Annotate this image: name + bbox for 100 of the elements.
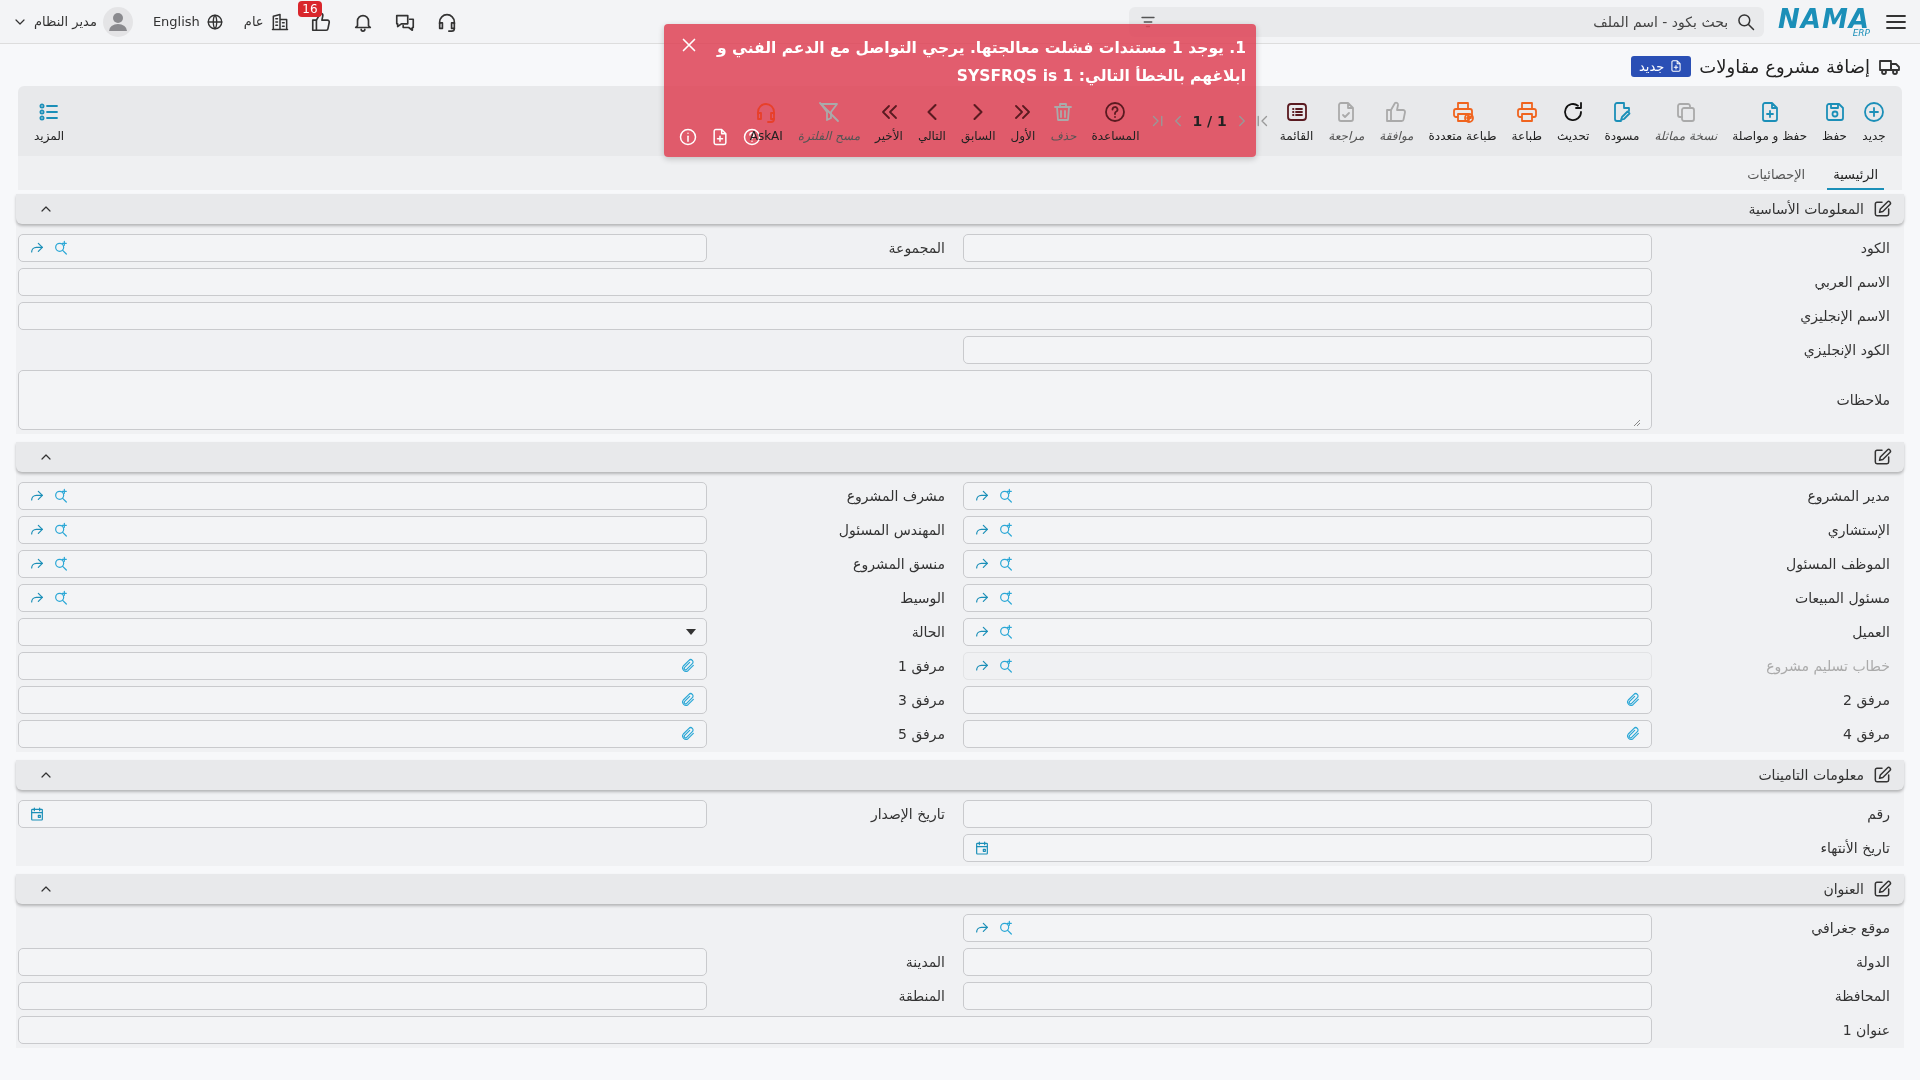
search-field[interactable]: بحث بكود - اسم الملف xyxy=(1129,6,1765,37)
search-plus-icon[interactable] xyxy=(53,590,69,606)
field-label: تاريخ الأنتهاء xyxy=(1819,840,1891,856)
lookup-field[interactable] xyxy=(963,652,1652,680)
text-field[interactable] xyxy=(18,1016,1652,1044)
search-plus-icon[interactable] xyxy=(998,488,1014,504)
toolbar-button[interactable]: طباعة متعددة xyxy=(1422,95,1503,147)
calendar-icon[interactable] xyxy=(29,806,45,822)
text-field[interactable] xyxy=(18,302,1652,330)
lookup-field[interactable] xyxy=(18,234,707,262)
lookup-field[interactable] xyxy=(963,584,1652,612)
lookup-field[interactable] xyxy=(18,482,707,510)
search-plus-icon[interactable] xyxy=(998,624,1014,640)
search-plus-icon[interactable] xyxy=(998,590,1014,606)
resize-grip-icon[interactable] xyxy=(1633,419,1641,427)
share-arrow-icon[interactable] xyxy=(974,658,990,674)
toolbar-button[interactable]: السابق xyxy=(954,95,1002,147)
text-field[interactable] xyxy=(963,948,1652,976)
share-arrow-icon[interactable] xyxy=(974,590,990,606)
share-arrow-icon[interactable] xyxy=(974,556,990,572)
field-label: رقم xyxy=(1866,806,1891,822)
section-title: معلومات التامينات xyxy=(1758,767,1864,783)
share-arrow-icon[interactable] xyxy=(29,240,45,256)
lookup-field[interactable] xyxy=(18,584,707,612)
share-arrow-icon[interactable] xyxy=(29,590,45,606)
share-arrow-icon[interactable] xyxy=(29,556,45,572)
user-menu[interactable]: مدير النظام xyxy=(12,6,133,37)
dropdown-caret-icon[interactable] xyxy=(686,629,696,635)
edit-icon[interactable] xyxy=(1872,879,1892,899)
section-header[interactable]: معلومات التامينات xyxy=(16,760,1904,790)
company-selector[interactable]: عام xyxy=(243,11,290,32)
text-field[interactable] xyxy=(18,948,707,976)
tab[interactable]: الإحصائيات xyxy=(1741,163,1812,190)
lookup-field[interactable] xyxy=(963,550,1652,578)
text-field[interactable] xyxy=(963,234,1652,262)
file-plus-icon[interactable] xyxy=(710,127,730,147)
share-arrow-icon[interactable] xyxy=(974,488,990,504)
share-arrow-icon[interactable] xyxy=(974,920,990,936)
select-field[interactable] xyxy=(18,618,707,646)
calendar-icon[interactable] xyxy=(974,840,990,856)
paperclip-icon[interactable] xyxy=(1625,692,1641,708)
search-plus-icon[interactable] xyxy=(53,556,69,572)
share-arrow-icon[interactable] xyxy=(974,522,990,538)
paperclip-icon[interactable] xyxy=(680,692,696,708)
share-arrow-icon[interactable] xyxy=(974,624,990,640)
search-plus-icon[interactable] xyxy=(998,522,1014,538)
attachment-field[interactable] xyxy=(963,720,1652,748)
toolbar-button[interactable]: الأخير xyxy=(869,95,909,147)
toolbar-button[interactable]: القائمة xyxy=(1273,95,1320,147)
attachment-field[interactable] xyxy=(18,686,707,714)
toolbar-button[interactable]: المساعدة xyxy=(1085,95,1146,147)
lookup-field[interactable] xyxy=(963,516,1652,544)
share-arrow-icon[interactable] xyxy=(29,488,45,504)
paperclip-icon[interactable] xyxy=(680,726,696,742)
text-field[interactable] xyxy=(18,268,1652,296)
edit-icon[interactable] xyxy=(1872,765,1892,785)
search-plus-icon[interactable] xyxy=(53,488,69,504)
search-plus-icon[interactable] xyxy=(998,658,1014,674)
toolbar-button[interactable]: حفظ و مواصلة xyxy=(1726,95,1814,147)
share-arrow-icon[interactable] xyxy=(29,522,45,538)
toolbar-button[interactable]: طباعة xyxy=(1505,95,1548,147)
language-selector[interactable]: English xyxy=(152,12,224,31)
lookup-field[interactable] xyxy=(18,550,707,578)
text-field[interactable] xyxy=(963,336,1652,364)
search-plus-icon[interactable] xyxy=(53,522,69,538)
attachment-field[interactable] xyxy=(963,686,1652,714)
toolbar-button[interactable]: حفظ xyxy=(1816,95,1853,147)
info-icon[interactable] xyxy=(678,127,698,147)
text-field[interactable] xyxy=(963,982,1652,1010)
toolbar-button[interactable]: التالي xyxy=(911,95,952,147)
section-header[interactable]: المعلومات الأساسية xyxy=(16,194,1904,224)
lookup-field[interactable] xyxy=(18,516,707,544)
toolbar-button[interactable]: مسودة xyxy=(1598,95,1646,147)
field-label: المحافظة xyxy=(1833,988,1891,1004)
date-field[interactable] xyxy=(18,800,707,828)
field-label: مسئول المبيعات xyxy=(1794,590,1891,606)
search-plus-icon[interactable] xyxy=(998,920,1014,936)
edit-icon[interactable] xyxy=(1872,447,1892,467)
tab[interactable]: الرئيسية xyxy=(1827,163,1884,190)
search-plus-icon[interactable] xyxy=(998,556,1014,572)
lookup-field[interactable] xyxy=(963,618,1652,646)
field-label: منسق المشروع xyxy=(852,556,946,572)
toolbar-button[interactable]: تحديث xyxy=(1550,95,1596,147)
text-field[interactable] xyxy=(18,982,707,1010)
text-field[interactable] xyxy=(963,800,1652,828)
paperclip-icon[interactable] xyxy=(1625,726,1641,742)
attachment-field[interactable] xyxy=(18,652,707,680)
more-button[interactable]: المزيد xyxy=(28,95,71,147)
date-field[interactable] xyxy=(963,834,1652,862)
lookup-field[interactable] xyxy=(963,914,1652,942)
attachment-field[interactable] xyxy=(18,720,707,748)
search-plus-icon[interactable] xyxy=(53,240,69,256)
toolbar-button[interactable]: الأول xyxy=(1004,95,1042,147)
toolbar-button[interactable]: جديد xyxy=(1856,95,1892,147)
edit-icon[interactable] xyxy=(1872,199,1892,219)
plus-circle-icon xyxy=(1862,99,1886,124)
section-header[interactable]: العنوان xyxy=(16,874,1904,904)
notes-field[interactable] xyxy=(18,370,1652,430)
lookup-field[interactable] xyxy=(963,482,1652,510)
paperclip-icon[interactable] xyxy=(680,658,696,674)
